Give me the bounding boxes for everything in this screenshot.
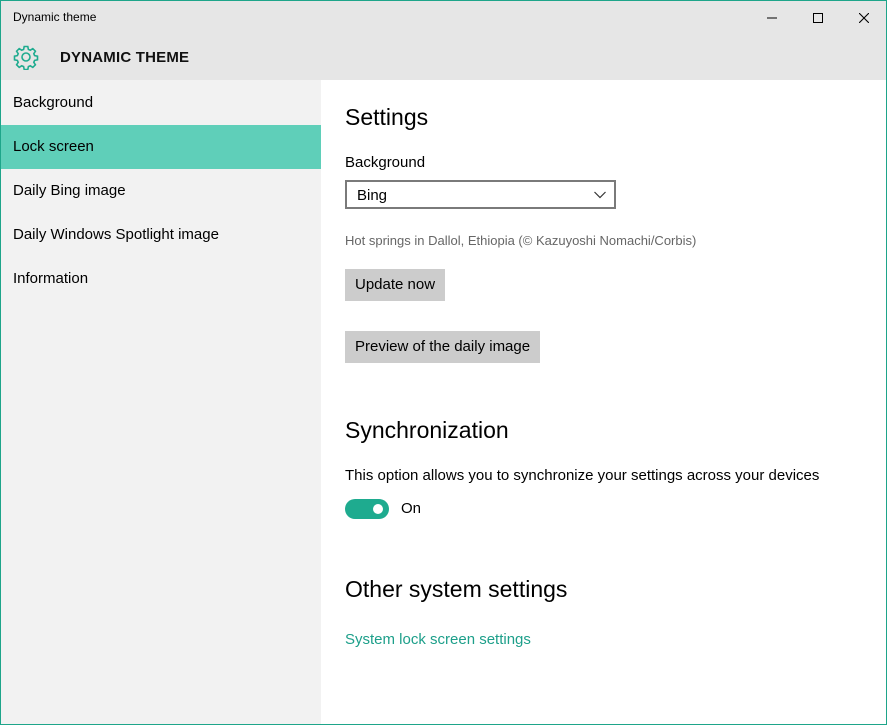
sidebar-item-daily-bing-image[interactable]: Daily Bing image: [1, 169, 321, 213]
synchronization-heading: Synchronization: [345, 417, 509, 443]
sync-toggle-state: On: [401, 500, 422, 517]
gear-icon: [13, 45, 39, 70]
sidebar-item-daily-windows-spotlight-image[interactable]: Daily Windows Spotlight image: [1, 213, 321, 257]
chevron-down-icon: [594, 191, 606, 199]
background-label: Background: [345, 154, 426, 171]
system-lock-screen-settings-link[interactable]: System lock screen settings: [345, 631, 531, 648]
sidebar-item-lock-screen[interactable]: Lock screen: [1, 125, 321, 169]
minimize-icon: [767, 17, 777, 18]
close-icon: [859, 12, 869, 23]
window-title: Dynamic theme: [13, 10, 97, 24]
maximize-button[interactable]: [795, 1, 841, 34]
sidebar-nav: Background Lock screen Daily Bing image …: [1, 80, 321, 724]
update-now-button[interactable]: Update now: [345, 269, 446, 301]
close-button[interactable]: [841, 1, 886, 34]
sidebar-item-background[interactable]: Background: [1, 81, 321, 125]
main-content: Settings Background Bing Hot springs in …: [321, 80, 886, 724]
background-select-value: Bing: [357, 187, 388, 204]
app-window: Dynamic theme DYNAMIC THEME Background L…: [0, 0, 887, 725]
app-header: DYNAMIC THEME: [1, 34, 886, 80]
preview-daily-image-button[interactable]: Preview of the daily image: [345, 331, 541, 363]
minimize-button[interactable]: [749, 1, 795, 34]
maximize-icon: [813, 12, 823, 23]
sync-toggle[interactable]: [345, 499, 389, 519]
toggle-knob: [373, 504, 383, 514]
settings-heading: Settings: [345, 104, 429, 130]
sidebar-item-information[interactable]: Information: [1, 257, 321, 301]
app-title: DYNAMIC THEME: [60, 49, 190, 66]
sync-description: This option allows you to synchronize yo…: [345, 467, 820, 484]
title-bar: Dynamic theme: [1, 1, 886, 34]
background-select[interactable]: Bing: [345, 180, 616, 209]
other-settings-heading: Other system settings: [345, 576, 568, 602]
image-caption: Hot springs in Dallol, Ethiopia (© Kazuy…: [345, 233, 697, 248]
